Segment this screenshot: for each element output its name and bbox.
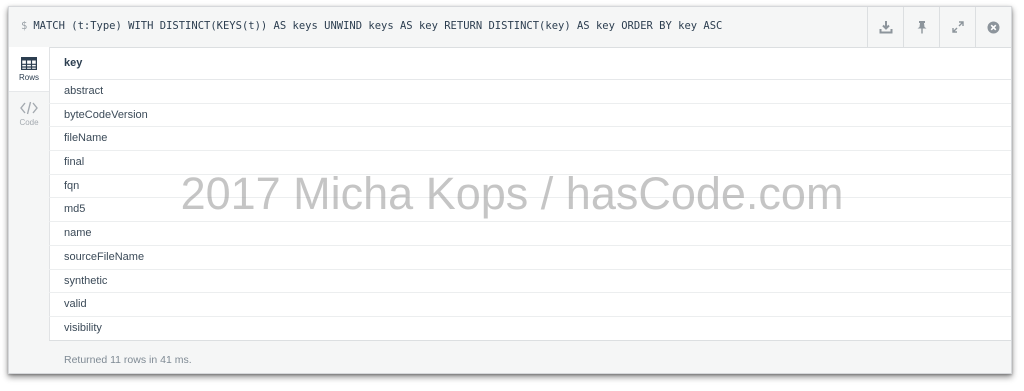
tab-rows-label: Rows: [18, 72, 39, 82]
code-icon: [20, 101, 38, 115]
table-row: final: [49, 151, 1011, 175]
status-bar: Returned 11 rows in 41 ms.: [49, 340, 1011, 373]
query-bar: $ MATCH (t:Type) WITH DISTINCT(KEYS(t)) A…: [9, 7, 1011, 48]
table-row: synthetic: [49, 270, 1011, 294]
table-row: abstract: [49, 80, 1011, 104]
fullscreen-button[interactable]: [939, 7, 975, 47]
status-text: Returned 11 rows in 41 ms.: [64, 354, 192, 366]
table-row: name: [49, 222, 1011, 246]
table-row: sourceFileName: [49, 246, 1011, 270]
expand-icon: [951, 21, 964, 33]
frame-actions: [867, 7, 1011, 47]
tab-code-label: Code: [19, 118, 39, 127]
download-button[interactable]: [867, 7, 903, 47]
table-row: visibility: [49, 317, 1011, 341]
table-row: md5: [49, 198, 1011, 223]
table-row: fqn: [49, 175, 1011, 199]
pin-icon: [917, 21, 926, 34]
table-icon: [21, 56, 37, 70]
query-text: MATCH (t:Type) WITH DISTINCT(KEYS(t)) AS…: [33, 20, 723, 32]
query-editor[interactable]: $ MATCH (t:Type) WITH DISTINCT(KEYS(t)) A…: [21, 20, 722, 32]
pin-button[interactable]: [903, 7, 939, 47]
table-row: fileName: [49, 127, 1011, 152]
close-icon: [987, 21, 1000, 33]
tab-rows[interactable]: Rows: [9, 47, 49, 92]
download-icon: [879, 21, 892, 34]
tab-code[interactable]: Code: [9, 92, 49, 136]
column-header-key: key: [49, 47, 1011, 80]
query-prompt: $: [21, 20, 28, 32]
view-sidebar: Rows Code: [9, 47, 50, 373]
table-row: valid: [49, 293, 1011, 317]
result-frame: $ MATCH (t:Type) WITH DISTINCT(KEYS(t)) A…: [8, 6, 1012, 374]
result-table: key abstract byteCodeVersion fileName fi…: [49, 47, 1011, 341]
close-button[interactable]: [975, 7, 1011, 47]
table-row: byteCodeVersion: [49, 104, 1011, 128]
